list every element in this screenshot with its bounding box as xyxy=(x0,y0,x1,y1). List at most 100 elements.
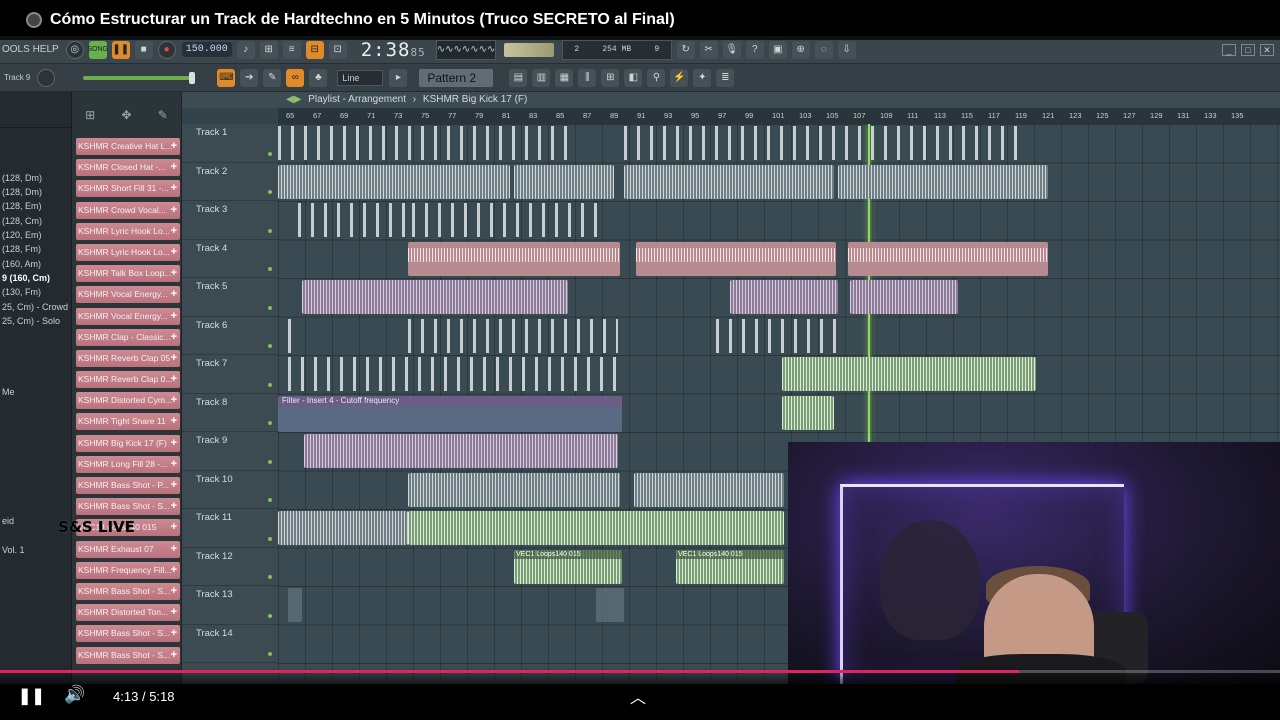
track-header[interactable]: Track 7 xyxy=(182,355,278,394)
channel-button[interactable]: KSHMR Distorted Cym... xyxy=(76,392,180,410)
pause-icon[interactable]: ❚❚ xyxy=(18,686,45,706)
channel-button[interactable]: KSHMR Vocal Energy... xyxy=(76,307,180,325)
cut-icon[interactable]: ✂ xyxy=(699,40,718,59)
menu-tools-help[interactable]: OOLS HELP xyxy=(0,44,61,55)
piano-roll-icon[interactable]: ▥ xyxy=(532,68,551,87)
browser-item[interactable] xyxy=(0,485,71,499)
pattern-clip[interactable] xyxy=(288,588,302,622)
channel-button[interactable]: KSHMR Crowd Vocal... xyxy=(76,201,180,219)
loop-record-icon[interactable]: ⊟ xyxy=(305,40,324,59)
pattern-clip[interactable]: VEC1 Loops140 015 xyxy=(676,549,784,584)
track-header[interactable]: Track 1 xyxy=(182,124,278,163)
track-header[interactable]: Track 2 xyxy=(182,163,278,201)
browser-item[interactable]: 9 (160, Cm) xyxy=(0,271,71,285)
channel-button[interactable]: KSHMR Bass Shot - P... xyxy=(76,477,180,494)
pencil-icon[interactable]: ✎ xyxy=(263,68,282,87)
pattern-clip[interactable] xyxy=(278,126,568,160)
tempo-display[interactable]: 150.000 xyxy=(181,42,232,57)
stop-button[interactable]: ■ xyxy=(134,40,153,59)
pattern-clip[interactable] xyxy=(304,434,618,468)
channel-button[interactable]: KSHMR Long Fill 28 -... xyxy=(76,455,180,473)
timeline-ruler[interactable]: 65 67 69 71 73 75 77 79 81 83 85 87 89 91 93 95 97 99 101 1… xyxy=(278,108,1280,124)
browser-item[interactable]: Vol. 1 xyxy=(0,543,71,557)
browser-item[interactable]: 25, Cm) - Solo xyxy=(0,314,71,328)
track-header[interactable]: Track 8 xyxy=(182,394,278,432)
browser-item[interactable]: (128, Dm) xyxy=(0,185,71,199)
master-volume-slider[interactable] xyxy=(83,71,196,84)
keyboard-icon[interactable]: ⌨ xyxy=(217,68,236,87)
track-header[interactable]: Track 12 xyxy=(182,548,278,586)
browser-item[interactable]: (120, Em) xyxy=(0,228,71,242)
pattern-clip[interactable] xyxy=(624,164,834,199)
metronome-icon[interactable]: ♪ xyxy=(236,40,255,59)
pattern-clip[interactable] xyxy=(408,511,784,545)
pattern-clip[interactable] xyxy=(596,588,624,622)
track-header[interactable]: Track 5 xyxy=(182,278,278,317)
progress-bar[interactable] xyxy=(0,670,1280,673)
microphone-icon[interactable]: 🎙 xyxy=(722,40,741,59)
pattern-clip[interactable] xyxy=(730,280,838,314)
countdown-icon[interactable]: ≡ xyxy=(282,40,301,59)
browser-icon[interactable]: ⊞ xyxy=(601,68,620,87)
reload-icon[interactable]: ↻ xyxy=(676,40,695,59)
pattern-clip[interactable] xyxy=(634,472,784,507)
pattern-clip[interactable] xyxy=(298,203,408,237)
mixer-icon[interactable]: ⊕ xyxy=(791,40,810,59)
browser-item[interactable] xyxy=(0,457,71,471)
tuning-icon[interactable]: ⚡ xyxy=(670,68,689,87)
browser-item[interactable] xyxy=(0,400,71,414)
channel-rack-icon[interactable]: ▦ xyxy=(555,68,574,87)
channel-button[interactable]: KSHMR Creative Hat L... xyxy=(76,138,180,155)
channel-button[interactable]: KSHMR Talk Box Loop... xyxy=(76,265,180,283)
mixer-view-icon[interactable]: ⫼ xyxy=(578,68,597,87)
pattern-clip[interactable] xyxy=(288,318,294,353)
pattern-clip[interactable] xyxy=(278,511,408,545)
browser-item[interactable] xyxy=(0,357,71,371)
pattern-clip[interactable] xyxy=(302,280,568,314)
pattern-clip[interactable] xyxy=(782,395,834,430)
wait-icon[interactable]: ⊞ xyxy=(259,40,278,59)
pattern-clip[interactable] xyxy=(716,318,840,353)
channel-button[interactable]: KSHMR Exhaust 07 xyxy=(76,540,180,558)
arrow-icon[interactable]: ➔ xyxy=(240,68,259,87)
plugin-icon[interactable]: ◧ xyxy=(624,68,643,87)
browser-item[interactable]: (128, Dm) xyxy=(0,171,71,185)
channel-button[interactable]: KSHMR Big Kick 17 (F) xyxy=(76,434,180,452)
pattern-clip[interactable] xyxy=(408,472,620,507)
pattern-clip[interactable] xyxy=(412,203,602,237)
channel-button[interactable]: KSHMR Reverb Clap 05 xyxy=(76,349,180,367)
help-icon[interactable]: ? xyxy=(745,40,764,59)
video-title[interactable]: Cómo Estructurar un Track de Hardtechno … xyxy=(50,11,675,29)
pattern-clip[interactable]: VEC1 Loops140 015 xyxy=(514,549,622,584)
plug-icon[interactable]: ⚲ xyxy=(647,68,666,87)
playlist-icon[interactable]: ▤ xyxy=(509,68,528,87)
song-mode-button[interactable]: SONG xyxy=(87,40,108,59)
record-mode-icon[interactable]: ◎ xyxy=(65,40,84,59)
browser-item[interactable]: (128, Fm) xyxy=(0,242,71,256)
browser-item[interactable]: (160, Am) xyxy=(0,257,71,271)
channel-button[interactable]: KSHMR Lyric Hook Lo... xyxy=(76,243,180,261)
pattern-clip[interactable] xyxy=(278,164,510,199)
pattern-clip[interactable] xyxy=(514,164,614,199)
browser-item[interactable] xyxy=(0,157,71,171)
browser-item[interactable]: (128, Em) xyxy=(0,199,71,213)
grid-icon[interactable]: ⊞ xyxy=(85,108,95,122)
pattern-clip[interactable] xyxy=(838,164,1048,199)
pencil-tool-icon[interactable]: ✎ xyxy=(158,108,168,122)
track-header[interactable]: Track 3 xyxy=(182,201,278,240)
play-button[interactable]: ❚❚ xyxy=(111,40,130,59)
channel-button[interactable]: KSHMR Tight Snare 11 xyxy=(76,413,180,431)
channel-button[interactable]: KSHMR Bass Shot - S... xyxy=(76,625,180,643)
volume-icon[interactable]: 🔊 xyxy=(64,685,85,705)
step-edit-icon[interactable]: ⊡ xyxy=(328,40,347,59)
pattern-clip[interactable] xyxy=(782,357,1036,391)
channel-button[interactable]: KSHMR Bass Shot - S... xyxy=(76,646,180,664)
pattern-arrow-icon[interactable]: ▸ xyxy=(389,68,408,87)
pattern-clip[interactable] xyxy=(408,241,620,276)
track-header[interactable]: Track 11 xyxy=(182,509,278,548)
browser-item[interactable] xyxy=(0,371,71,385)
settings-list-icon[interactable]: ≣ xyxy=(716,68,735,87)
link-icon[interactable]: ∞ xyxy=(286,68,305,87)
pattern-clip[interactable] xyxy=(288,357,618,391)
channel-button[interactable]: KSHMR Distorted Ton... xyxy=(76,604,180,622)
